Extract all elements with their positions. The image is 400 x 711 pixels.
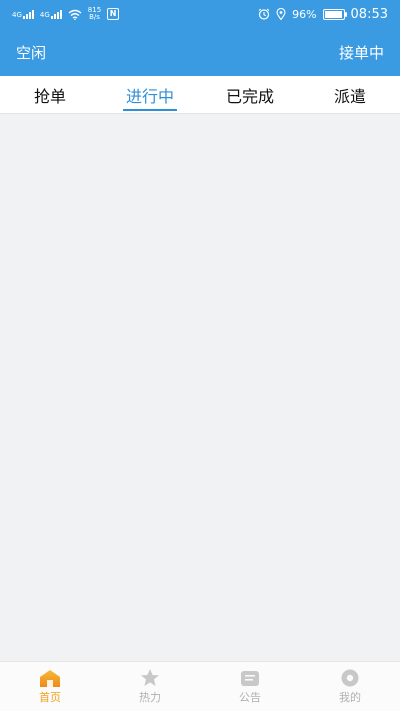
status-bar: 4G 4G 815 B/s N 96% 08:53: [0, 0, 400, 28]
status-right: 96% 08:53: [258, 7, 388, 22]
status-left: 4G 4G 815 B/s N: [12, 7, 120, 21]
tab-completed[interactable]: 已完成: [200, 76, 300, 113]
nav-home[interactable]: 首页: [0, 662, 100, 711]
notice-icon: [241, 671, 259, 686]
tab-grab-order[interactable]: 抢单: [0, 76, 100, 113]
nav-label: 我的: [339, 691, 361, 704]
order-tabs: 抢单 进行中 已完成 派遣: [0, 76, 400, 114]
clock-time: 08:53: [350, 6, 388, 22]
signal-1: 4G: [12, 9, 34, 19]
nav-label: 热力: [139, 691, 161, 704]
nfc-icon: N: [107, 8, 120, 20]
heat-icon: [141, 669, 159, 686]
nav-heat[interactable]: 热力: [100, 662, 200, 711]
nav-notice[interactable]: 公告: [200, 662, 300, 711]
nav-label: 公告: [239, 691, 261, 704]
tab-in-progress[interactable]: 进行中: [100, 76, 200, 113]
tab-label: 派遣: [333, 86, 366, 106]
accepting-orders-button[interactable]: 接单中: [339, 42, 384, 63]
tab-label: 进行中: [125, 86, 174, 106]
bottom-navigation: 首页 热力 公告 我的: [0, 661, 400, 711]
idle-status-button[interactable]: 空闲: [16, 42, 46, 63]
network-speed: 815 B/s: [88, 7, 101, 21]
nav-label: 首页: [39, 691, 61, 704]
carrier-1-label: 4G: [12, 11, 22, 19]
wifi-icon: [68, 9, 82, 20]
battery-fill: [324, 10, 342, 18]
order-list-area[interactable]: [0, 114, 400, 662]
app-header: 空闲 接单中: [0, 28, 400, 76]
battery-percent: 96%: [292, 7, 317, 21]
tab-dispatch[interactable]: 派遣: [300, 76, 400, 113]
nav-profile[interactable]: 我的: [300, 662, 400, 711]
battery-icon: [322, 8, 347, 20]
alarm-icon: [258, 8, 270, 20]
home-icon: [40, 670, 60, 687]
tab-label: 抢单: [33, 86, 66, 106]
carrier-2-label: 4G: [39, 11, 50, 19]
signal-bars-icon: [50, 9, 62, 19]
profile-icon: [341, 669, 359, 687]
signal-2: 4G: [40, 9, 62, 19]
location-icon: [276, 8, 286, 20]
tab-label: 已完成: [225, 86, 274, 106]
signal-bars-icon: [22, 9, 34, 19]
net-speed-unit: B/s: [89, 13, 100, 21]
